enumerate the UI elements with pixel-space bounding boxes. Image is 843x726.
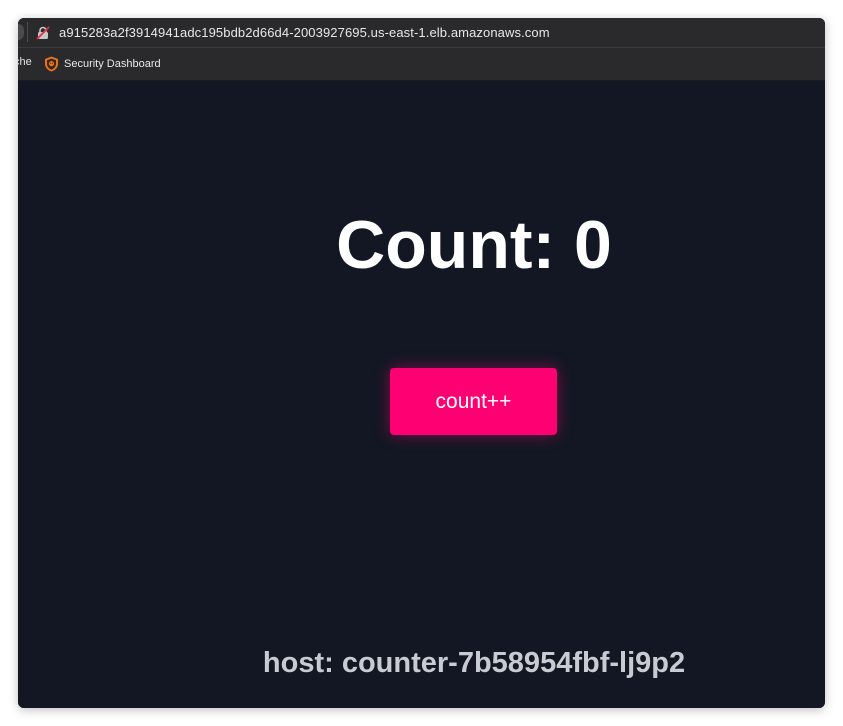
count-increment-button[interactable]: count++ [390, 368, 557, 435]
bookmark-label: Security Dashboard [64, 58, 161, 70]
browser-window: a915283a2f3914941adc195bdb2d66d4-2003927… [18, 18, 825, 708]
host-label: host: counter-7b58954fbf-lj9p2 [262, 647, 686, 679]
bookmarks-bar: che Security Dashboard [18, 48, 825, 81]
address-bar-divider [27, 22, 28, 42]
count-title: Count: 0 [336, 207, 612, 283]
address-bar[interactable]: a915283a2f3914941adc195bdb2d66d4-2003927… [18, 18, 825, 48]
shield-icon [44, 56, 59, 72]
url-text[interactable]: a915283a2f3914941adc195bdb2d66d4-2003927… [59, 25, 550, 40]
tab-edge [18, 24, 24, 40]
bookmark-security-dashboard[interactable]: Security Dashboard [44, 54, 161, 74]
bookmark-partial-label[interactable]: che [18, 56, 32, 68]
page-content: Count: 0 count++ host: counter-7b58954fb… [18, 81, 825, 708]
insecure-lock-icon[interactable] [36, 26, 50, 40]
